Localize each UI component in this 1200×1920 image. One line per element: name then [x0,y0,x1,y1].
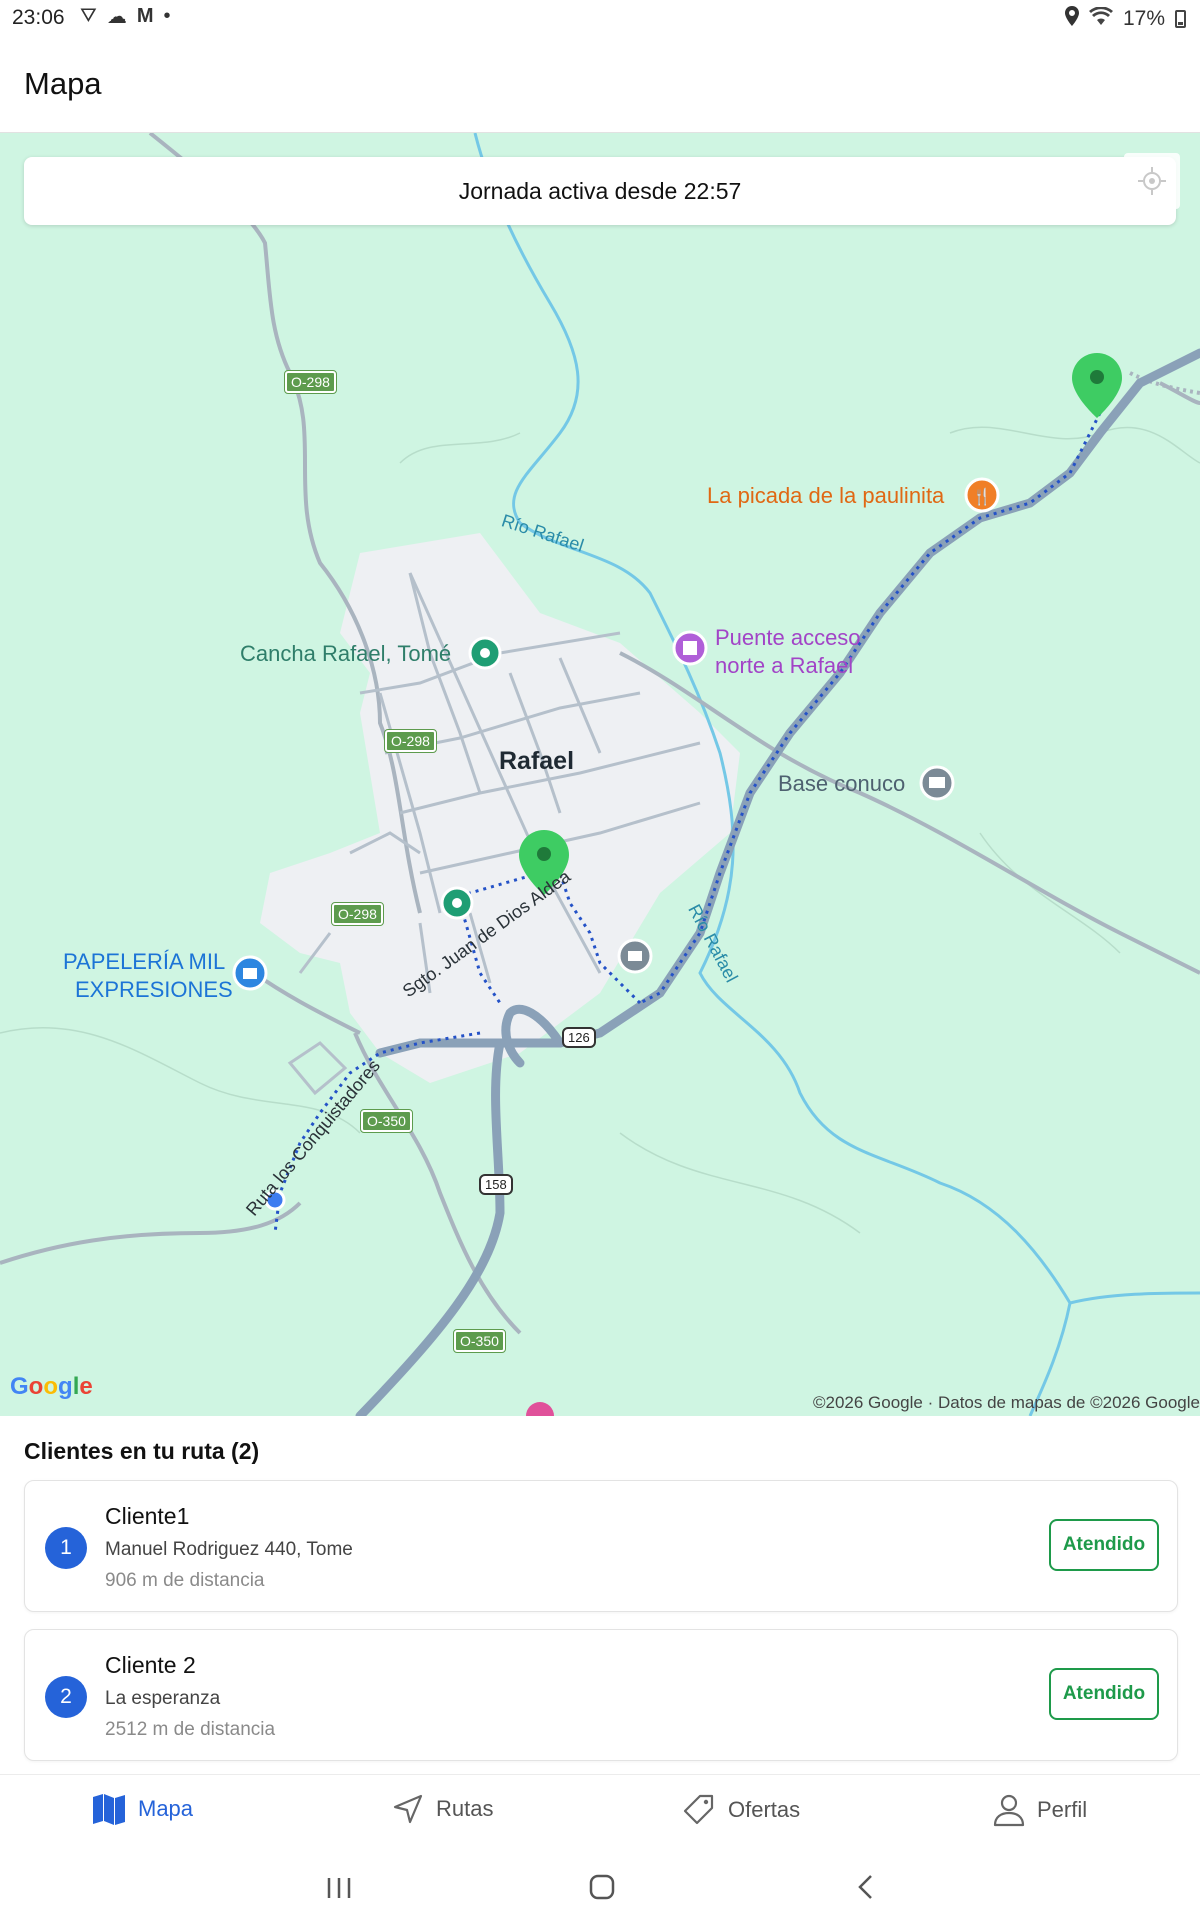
client-name: Cliente 2 [105,1652,196,1678]
location-icon [1064,6,1079,32]
system-navigation-bar [0,1854,1200,1920]
bottom-navigation: Mapa Rutas Ofertas Perfil [0,1774,1200,1855]
active-shift-banner: Jornada activa desde 22:57 [24,157,1176,225]
nav-label: Ofertas [728,1797,801,1822]
cloud-icon: ☁ [106,6,127,28]
town-label: Rafael [499,747,575,775]
client-number-badge: 1 [45,1527,87,1569]
map-canvas: 🍴 [0,133,1200,1416]
battery-icon [1175,10,1186,28]
client-card[interactable]: 1 Cliente1 Manuel Rodriguez 440, Tome 90… [24,1480,1178,1612]
clients-section-title: Clientes en tu ruta (2) [24,1438,260,1464]
poi-papeleria-label-1[interactable]: PAPELERÍA MIL [63,949,225,975]
active-shift-text: Jornada activa desde 22:57 [458,177,742,204]
my-location-button[interactable] [1124,153,1180,209]
nav-label: Mapa [138,1796,194,1821]
nav-tab-perfil[interactable]: Perfil [993,1793,1087,1827]
app-bar: Mapa [0,38,1200,133]
poi-base-label[interactable]: Base conuco [778,771,905,797]
client-distance: 906 m de distancia [105,1570,265,1591]
recent-apps-icon[interactable] [326,1876,352,1900]
highway-shield: 158 [479,1174,513,1195]
nav-label: Perfil [1037,1797,1088,1822]
route-shield: O-298 [331,902,384,926]
page-title: Mapa [24,66,102,101]
nav-tab-ofertas[interactable]: Ofertas [682,1793,800,1827]
navigation-arrow-icon [393,1794,423,1824]
crosshair-icon [1138,167,1166,195]
map-icon [93,1794,125,1825]
client-address: Manuel Rodriguez 440, Tome [105,1539,353,1560]
poi-papeleria-label-2[interactable]: EXPRESIONES [75,977,233,1003]
client-name: Cliente1 [105,1503,190,1529]
poi-puente-label-2[interactable]: norte a Rafael [715,653,853,679]
nav-tab-rutas[interactable]: Rutas [392,1793,493,1825]
nav-label: Rutas [436,1796,494,1821]
gmail-icon: M [136,5,154,27]
attended-button[interactable]: Atendido [1049,1519,1159,1571]
battery-level: 17% [1122,7,1165,30]
wifi-icon [1088,6,1113,31]
tag-icon [683,1794,714,1825]
route-shield: O-350 [453,1329,506,1353]
user-icon [993,1794,1025,1827]
client-card[interactable]: 2 Cliente 2 La esperanza 2512 m de dista… [24,1629,1178,1761]
status-bar: 23:06 ⛛ ☁ M • 17% [0,0,1200,38]
map-view[interactable]: 🍴 Cancha Rafael, Tomé La picada de la pa… [0,133,1200,1416]
poi-picada-label[interactable]: La picada de la paulinita [707,483,944,509]
map-copyright[interactable]: ©2026 Google · Datos de mapas de ©2026 G… [813,1393,1200,1413]
highway-shield: 126 [562,1027,596,1048]
route-shield: O-298 [384,729,437,753]
attended-button[interactable]: Atendido [1049,1668,1159,1720]
status-time: 23:06 [12,6,65,29]
back-icon[interactable] [855,1874,875,1900]
status-system-icons: 17% [1064,6,1186,32]
client-distance: 2512 m de distancia [105,1719,276,1740]
vpn-icon: ⛛ [80,5,97,27]
client-number-badge: 2 [45,1676,87,1718]
route-shield: O-298 [284,370,337,394]
client-address: La esperanza [105,1688,221,1709]
svg-text:🍴: 🍴 [972,487,992,506]
more-notifications-icon: • [163,5,171,27]
route-shield: O-350 [360,1109,413,1133]
status-notification-icons: ⛛ ☁ M • [80,4,171,29]
home-icon[interactable] [589,1874,615,1900]
nav-tab-mapa[interactable]: Mapa [92,1793,193,1825]
poi-puente-label-1[interactable]: Puente acceso [715,625,861,651]
google-logo: Google [10,1373,93,1400]
poi-cancha-label[interactable]: Cancha Rafael, Tomé [240,641,451,667]
